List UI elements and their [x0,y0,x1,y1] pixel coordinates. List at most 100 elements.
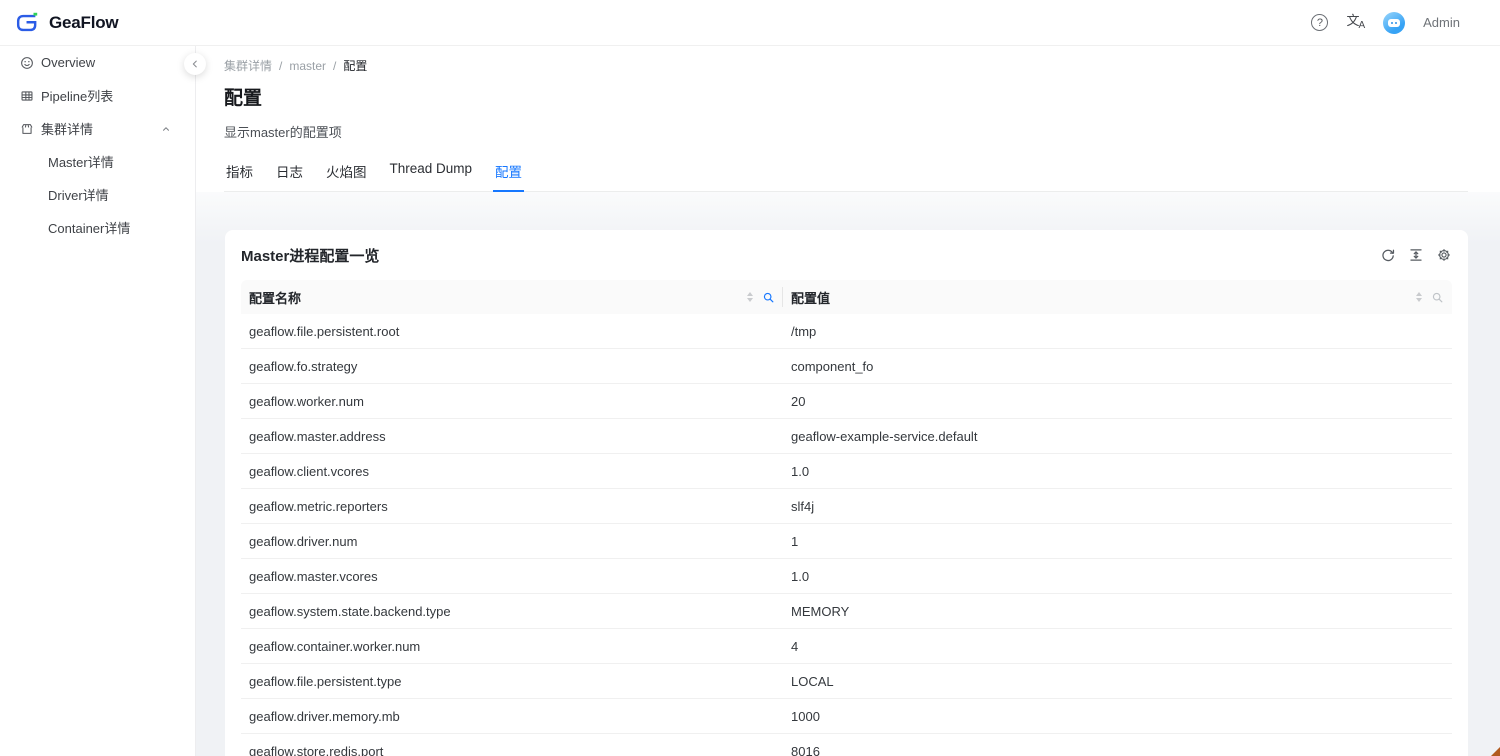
sorter-icon[interactable] [1416,292,1422,302]
config-key-cell: geaflow.driver.num [241,534,783,549]
avatar-robot-face-icon [1388,19,1400,27]
table-header-row: 配置名称 配置值 [241,280,1452,314]
sorter-icon[interactable] [747,292,753,302]
config-value-cell: slf4j [783,499,1452,514]
breadcrumb-separator: / [333,59,336,73]
language-icon[interactable]: 文A [1346,14,1365,31]
table-row[interactable]: geaflow.worker.num 20 [241,384,1452,419]
sidebar-item-label: Master详情 [48,152,114,171]
sidebar-collapse-button[interactable] [184,53,206,75]
search-icon[interactable] [762,291,775,304]
config-value-cell: 1.0 [783,464,1452,479]
table-row[interactable]: geaflow.driver.num 1 [241,524,1452,559]
search-icon[interactable] [1431,291,1444,304]
app-root: GeaFlow ? 文A Admin [0,0,1500,756]
config-key-cell: geaflow.store.redis.port [241,744,783,756]
tab-thread-dump[interactable]: Thread Dump [388,154,475,191]
sidebar-item-cluster-detail[interactable]: 集群详情 [0,112,195,145]
chevron-left-icon [190,59,200,69]
sidebar-item-label: Pipeline列表 [41,86,113,105]
config-value-cell: 20 [783,394,1452,409]
config-table: 配置名称 配置值 [241,280,1452,756]
geaflow-logo-icon [14,10,40,36]
config-value-cell: geaflow-example-service.default [783,429,1452,444]
config-key-cell: geaflow.fo.strategy [241,359,783,374]
brand[interactable]: GeaFlow [14,10,118,36]
breadcrumb-item[interactable]: 集群详情 [224,57,272,74]
table-row[interactable]: geaflow.file.persistent.type LOCAL [241,664,1452,699]
tab-metrics[interactable]: 指标 [224,154,255,191]
breadcrumb-item[interactable]: master [289,59,326,73]
help-icon[interactable]: ? [1311,14,1328,31]
config-key-cell: geaflow.system.state.backend.type [241,604,783,619]
table-row[interactable]: geaflow.system.state.backend.type MEMORY [241,594,1452,629]
page-header: 集群详情 / master / 配置 配置 显示master的配置项 指标 日志… [196,46,1500,192]
smile-icon [20,56,34,70]
brand-name: GeaFlow [49,13,118,33]
sidebar-item-label: Driver详情 [48,185,109,204]
page-title: 配置 [224,83,1468,110]
config-key-cell: geaflow.master.vcores [241,569,783,584]
tab-config[interactable]: 配置 [493,154,524,191]
column-label: 配置名称 [249,288,301,307]
table-row[interactable]: geaflow.client.vcores 1.0 [241,454,1452,489]
config-value-cell: 1 [783,534,1452,549]
user-name[interactable]: Admin [1423,15,1460,30]
reload-button[interactable] [1380,247,1396,263]
column-label: 配置值 [791,288,830,307]
sidebar-item-label: Container详情 [48,218,130,237]
pointer-artifact [1491,747,1500,756]
config-card: Master进程配置一览 [225,230,1468,756]
header-actions: ? 文A Admin [1311,12,1460,34]
main-area: 集群详情 / master / 配置 配置 显示master的配置项 指标 日志… [196,46,1500,756]
chevron-up-icon [161,124,171,134]
tab-flame-graph[interactable]: 火焰图 [324,154,369,191]
table-body: geaflow.file.persistent.root /tmp geaflo… [241,314,1452,756]
sidebar-item-overview[interactable]: Overview [0,46,195,79]
table-row[interactable]: geaflow.container.worker.num 4 [241,629,1452,664]
sidebar: Overview Pipeline列表 [0,46,196,756]
sidebar-item-driver-detail[interactable]: Driver详情 [0,178,195,211]
sidebar-item-label: 集群详情 [41,119,93,138]
user-avatar[interactable] [1383,12,1405,34]
sidebar-item-container-detail[interactable]: Container详情 [0,211,195,244]
breadcrumb-item-current: 配置 [343,57,367,74]
sidebar-item-master-detail[interactable]: Master详情 [0,145,195,178]
table-row[interactable]: geaflow.master.vcores 1.0 [241,559,1452,594]
config-key-cell: geaflow.metric.reporters [241,499,783,514]
card-title: Master进程配置一览 [241,245,379,266]
config-value-cell: 4 [783,639,1452,654]
config-value-cell: 8016 [783,744,1452,756]
tab-bar: 指标 日志 火焰图 Thread Dump 配置 [224,154,1468,192]
breadcrumb: 集群详情 / master / 配置 [224,57,1468,74]
language-glyph-secondary: A [1358,20,1365,31]
content-area: Master进程配置一览 [196,192,1500,756]
table-row[interactable]: geaflow.driver.memory.mb 1000 [241,699,1452,734]
table-row[interactable]: geaflow.store.redis.port 8016 [241,734,1452,756]
config-value-cell: /tmp [783,324,1452,339]
column-height-button[interactable] [1408,247,1424,263]
cluster-icon [20,122,34,136]
config-key-cell: geaflow.client.vcores [241,464,783,479]
config-value-cell: MEMORY [783,604,1452,619]
config-value-cell: LOCAL [783,674,1452,689]
card-header: Master进程配置一览 [225,230,1468,280]
sidebar-item-pipeline-list[interactable]: Pipeline列表 [0,79,195,112]
table-row[interactable]: geaflow.master.address geaflow-example-s… [241,419,1452,454]
config-key-cell: geaflow.container.worker.num [241,639,783,654]
card-toolbar [1380,247,1452,263]
tab-logs[interactable]: 日志 [274,154,305,191]
config-key-cell: geaflow.driver.memory.mb [241,709,783,724]
table-row[interactable]: geaflow.fo.strategy component_fo [241,349,1452,384]
table-row[interactable]: geaflow.file.persistent.root /tmp [241,314,1452,349]
sidebar-menu: Overview Pipeline列表 [0,46,195,244]
config-key-cell: geaflow.master.address [241,429,783,444]
reload-icon [1380,247,1396,263]
table-row[interactable]: geaflow.metric.reporters slf4j [241,489,1452,524]
settings-button[interactable] [1436,247,1452,263]
column-header-config-name[interactable]: 配置名称 [241,280,783,314]
page-subtitle: 显示master的配置项 [224,122,1468,141]
config-value-cell: 1.0 [783,569,1452,584]
column-header-config-value[interactable]: 配置值 [783,280,1452,314]
column-height-icon [1408,247,1424,263]
